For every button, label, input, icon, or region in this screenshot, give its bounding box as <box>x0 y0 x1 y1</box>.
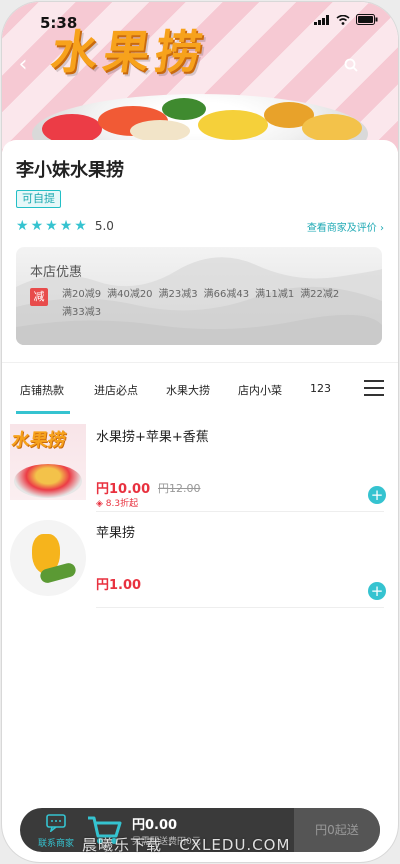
offer-list: 满20减9 满40减20 满23减3 满66减43 满11减1 满22减2 满3… <box>62 287 362 321</box>
merchant-reviews-link[interactable]: 查看商家及评价 › <box>307 219 384 234</box>
product-item[interactable]: 水果捞 水果捞+苹果+香蕉 円10.00 円12.00 ◈ 8.3折起 + <box>2 416 398 512</box>
category-tabs: 店铺热款 进店必点 水果大捞 店内小菜 123 <box>2 362 398 414</box>
add-to-cart-button[interactable]: + <box>368 486 386 504</box>
offers-title: 本店优惠 <box>30 265 83 280</box>
offer-item: 满23减3 <box>158 289 198 300</box>
product-thumbnail <box>10 520 86 596</box>
star-icon: ★ <box>45 218 58 234</box>
merchant-link-label: 查看商家及评价 <box>306 223 377 234</box>
status-icons <box>314 14 378 25</box>
product-discount: ◈ 8.3折起 <box>96 496 138 509</box>
tag-icon: ◈ <box>96 499 106 509</box>
rating-value: 5.0 <box>94 219 114 233</box>
tab-123[interactable]: 123 <box>310 382 331 395</box>
product-thumbnail: 水果捞 <box>10 424 86 500</box>
tab-hot-items[interactable]: 店铺热款 <box>20 382 64 398</box>
star-icon: ★ <box>59 218 73 234</box>
add-to-cart-button[interactable]: + <box>368 582 386 600</box>
search-icon[interactable] <box>344 58 358 72</box>
offer-item: 满20减9 <box>62 289 102 300</box>
offer-item: 满66减43 <box>203 289 250 300</box>
back-button[interactable]: ‹ <box>12 54 34 76</box>
offer-item: 满33减3 <box>62 307 102 318</box>
pickup-badge: 可自提 <box>16 190 61 208</box>
star-icon: ★ <box>16 218 29 234</box>
product-name: 水果捞+苹果+香蕉 <box>96 430 209 445</box>
tab-side-dishes[interactable]: 店内小菜 <box>238 382 282 398</box>
tab-fruit-mix[interactable]: 水果大捞 <box>166 382 210 398</box>
store-info-card: 李小妹水果捞 可自提 ★ ★ ★ ★ ★ 5.0 查看商家及评价 › 本店优惠 … <box>2 140 398 365</box>
banner-title: 水果捞 <box>47 25 212 79</box>
fruit-bowl-image <box>14 464 82 498</box>
store-name: 李小妹水果捞 <box>16 160 124 181</box>
product-price: 円10.00 <box>96 482 151 497</box>
store-rating: ★ ★ ★ ★ ★ 5.0 <box>16 218 114 234</box>
checkout-button[interactable]: 円0起送 <box>294 808 380 852</box>
active-tab-indicator <box>16 411 70 414</box>
wifi-icon <box>336 14 350 25</box>
divider <box>96 607 384 608</box>
phone-screen: 5:38 水果捞 ‹ 李小妹水果捞 可自提 ★ ★ ★ ★ ★ 5.0 查看商家… <box>2 2 398 862</box>
discount-tag: 减 <box>30 288 48 306</box>
thumb-title: 水果捞 <box>10 430 68 451</box>
fruit-image <box>130 120 190 142</box>
contact-merchant-button[interactable]: 联系商家 <box>34 814 78 849</box>
fruit-image <box>302 114 362 142</box>
offer-item: 满40减20 <box>107 289 153 300</box>
store-banner: 5:38 水果捞 ‹ <box>2 2 398 152</box>
cart-total: 円0.00 <box>132 818 178 833</box>
product-original-price: 円12.00 <box>158 482 201 495</box>
offer-item: 满11减1 <box>255 289 295 300</box>
signal-icon <box>314 14 329 25</box>
watermark: 晨曦乐下载 · CXLEDU.COM <box>82 836 291 854</box>
product-name: 苹果捞 <box>96 526 136 541</box>
product-item[interactable]: 苹果捞 円1.00 + <box>2 512 398 608</box>
menu-icon[interactable] <box>364 380 384 396</box>
offer-item: 满22减2 <box>300 289 340 300</box>
discount-label: 8.3折起 <box>105 499 139 509</box>
product-price: 円1.00 <box>96 578 142 593</box>
contact-label: 联系商家 <box>37 839 74 849</box>
store-offers-box: 本店优惠 减 满20减9 满40减20 满23减3 满66减43 满11减1 满… <box>16 247 382 345</box>
tab-must-order[interactable]: 进店必点 <box>94 382 138 398</box>
fruit-image <box>198 110 268 140</box>
chevron-right-icon: › <box>380 223 384 234</box>
fruit-image <box>162 98 206 120</box>
star-icon: ★ <box>30 218 44 234</box>
battery-icon <box>356 14 378 25</box>
chat-icon <box>46 814 66 832</box>
star-icon: ★ <box>74 218 87 234</box>
